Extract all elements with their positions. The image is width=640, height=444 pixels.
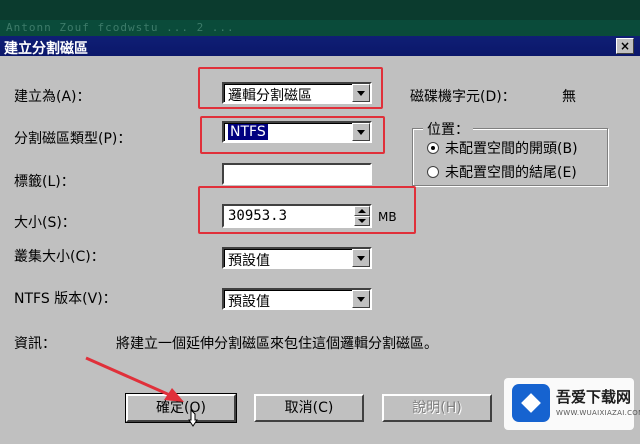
cluster-size-value: 預設值 — [228, 253, 270, 269]
dialog-titlebar[interactable]: 建立分割磁區 × — [0, 36, 640, 57]
partition-type-label: 分割磁區類型(P)： — [14, 131, 132, 147]
desktop-background — [0, 0, 640, 20]
dialog-title: 建立分割磁區 — [4, 41, 88, 57]
site-watermark: 吾爱下载网 WWW.WUAIXIAZAI.COM — [504, 378, 640, 430]
position-legend: 位置： — [423, 119, 473, 139]
ntfs-version-value: 預設值 — [228, 294, 270, 310]
highlight-size — [198, 186, 416, 234]
radio-start-of-free-space[interactable]: 未配置空間的開頭(B) — [427, 138, 578, 158]
radio-end-label: 未配置空間的結尾(E) — [445, 165, 577, 181]
watermark-logo-icon — [512, 384, 550, 422]
mouse-cursor-icon — [188, 408, 198, 427]
help-button-label: 說明(H) — [412, 400, 462, 416]
drive-letter-label: 磁碟機字元(D)： — [410, 89, 516, 105]
radio-end-of-free-space[interactable]: 未配置空間的結尾(E) — [427, 162, 577, 182]
highlight-partition-type — [200, 116, 385, 154]
chevron-down-icon[interactable] — [352, 249, 370, 267]
volume-label-label: 標籤(L)： — [14, 174, 75, 190]
help-button: 說明(H) — [382, 394, 492, 422]
cluster-size-select[interactable]: 預設值 — [222, 247, 372, 269]
cluster-size-label: 叢集大小(C)： — [14, 249, 105, 265]
volume-label-input[interactable] — [222, 163, 372, 185]
size-label: 大小(S)： — [14, 215, 76, 231]
cancel-button[interactable]: 取消(C) — [254, 394, 364, 422]
background-window-text: Antonn Zouf fcodwstu ... 2 ... — [6, 21, 235, 34]
watermark-url: WWW.WUAIXIAZAI.COM — [556, 409, 640, 417]
radio-unselected-icon — [427, 166, 439, 178]
close-button[interactable]: × — [616, 38, 634, 54]
cancel-button-label: 取消(C) — [284, 400, 334, 416]
drive-letter-value: 無 — [562, 89, 576, 105]
chevron-down-icon[interactable] — [352, 290, 370, 308]
radio-start-label: 未配置空間的開頭(B) — [445, 141, 578, 157]
background-window-strip: Antonn Zouf fcodwstu ... 2 ... — [0, 20, 640, 36]
position-group: 位置： 未配置空間的開頭(B) 未配置空間的結尾(E) — [412, 119, 608, 186]
radio-selected-icon — [427, 142, 439, 154]
ntfs-version-label: NTFS 版本(V)： — [14, 291, 117, 307]
ntfs-version-select[interactable]: 預設值 — [222, 288, 372, 310]
watermark-name: 吾爱下载网 — [556, 388, 632, 406]
create-as-label: 建立為(A)： — [14, 89, 91, 105]
highlight-create-as — [198, 67, 383, 109]
info-label: 資訊： — [14, 336, 56, 352]
